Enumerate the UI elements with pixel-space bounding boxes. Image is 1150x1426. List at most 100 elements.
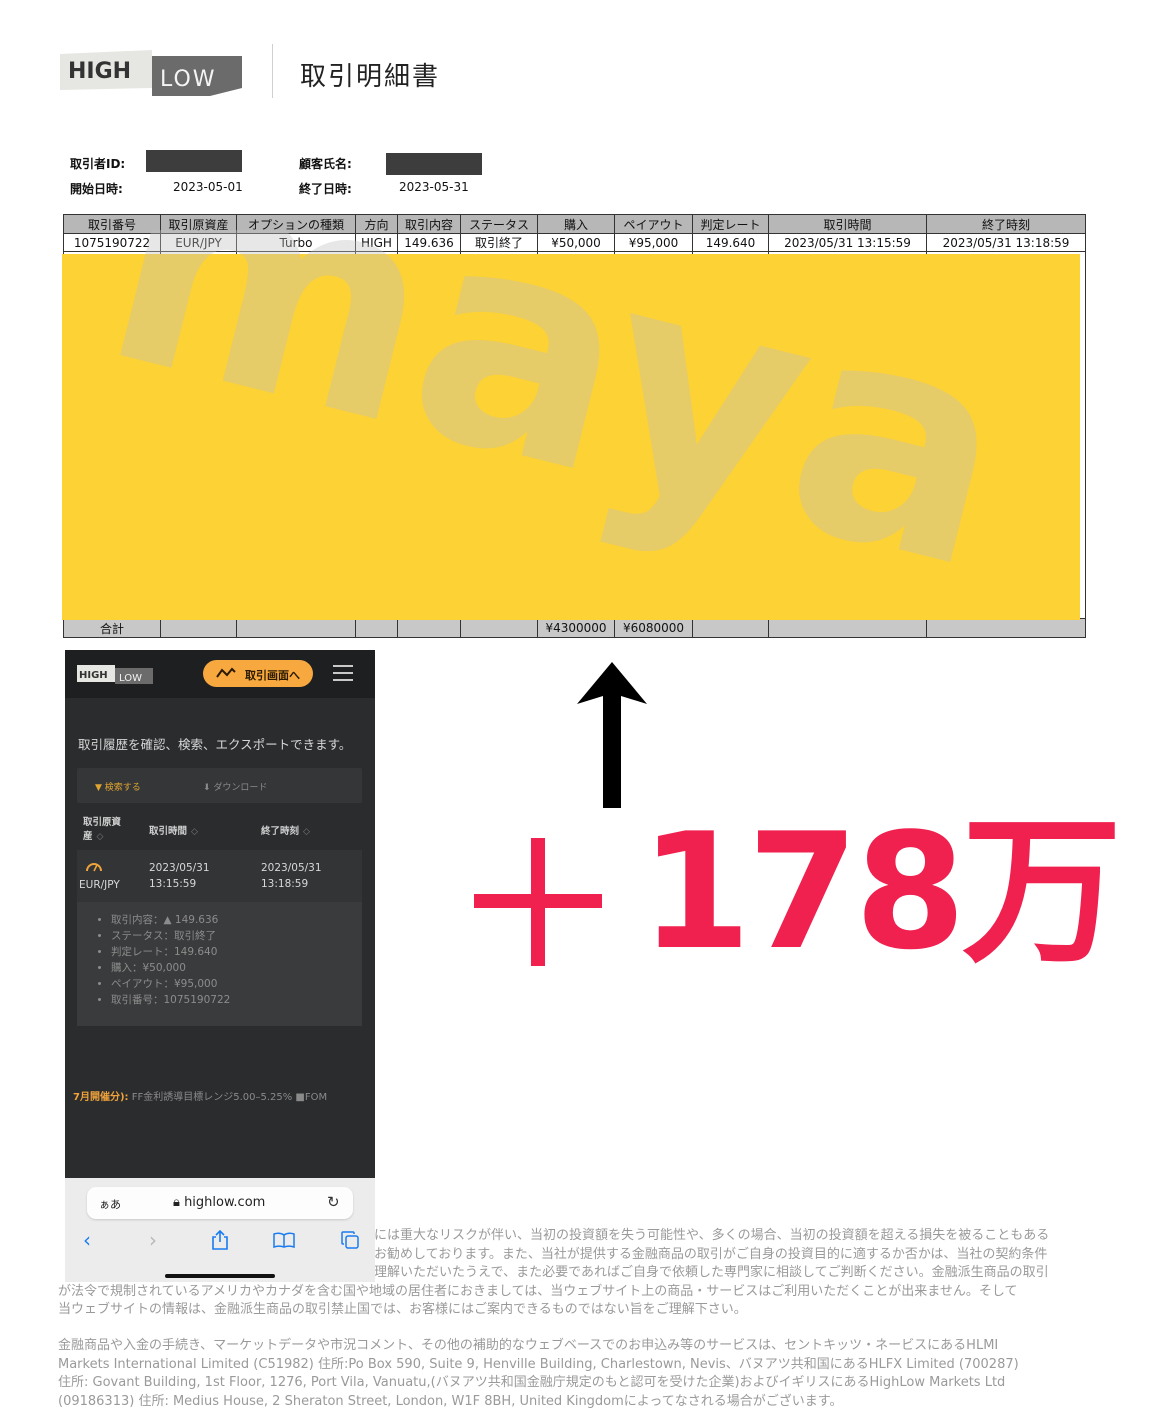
end-date-value: 2023-05-31 <box>399 180 469 194</box>
table-cell: 2023/05/31 13:18:59 <box>926 233 1086 252</box>
customer-name-label: 顧客氏名: <box>299 157 352 171</box>
table-cell: HIGH <box>355 233 398 252</box>
address-bar[interactable]: ぁあ 🔒︎ highlow.com ↻ <box>87 1187 353 1219</box>
table-cell: ¥95,000 <box>614 233 693 252</box>
download-button[interactable]: ⬇ ダウンロード <box>203 780 267 793</box>
text-size-button[interactable]: ぁあ <box>99 1196 121 1212</box>
table-cell: Turbo <box>236 233 356 252</box>
download-icon: ⬇ <box>203 783 211 793</box>
profit-amount: 178万 <box>640 798 1122 985</box>
url-value: highlow.com <box>184 1195 266 1210</box>
trader-id-redaction <box>146 150 242 172</box>
col-header: 取引時間 <box>768 214 927 234</box>
disclaimer-line: 当ウェブサイトの情報は、金融派生商品の取引禁止国では、お客様にはご案内できるもの… <box>58 1302 747 1317</box>
disclaimer-line: が法令で規制されているアメリカやカナダを含む国や地域の居住者におきましては、当ウ… <box>58 1283 1018 1299</box>
table-total-row: 合計 ¥4300000 ¥6080000 <box>63 618 1086 638</box>
logo-high-text: HIGH <box>79 670 108 681</box>
disclaimer-line: 金融商品や入金の手続き、マーケットデータや市況コメント、その他の補助的なウェブベ… <box>58 1338 999 1353</box>
col-trade-time-header[interactable]: 取引時間 ◇ <box>149 823 198 837</box>
tabs-icon[interactable] <box>341 1231 359 1249</box>
page-title: 取引明細書 <box>300 62 441 92</box>
disclaimer-line: Markets International Limited (C51982) 住… <box>58 1356 1019 1372</box>
table-cell: EUR/JPY <box>160 233 237 252</box>
detail-item: ペイアウト：¥95,000 <box>111 976 362 992</box>
disclaimer-line: 住所: Govant Building, 1st Floor, 1276, Po… <box>58 1375 1006 1390</box>
col-header: 取引内容 <box>397 214 461 234</box>
detail-item: 取引番号：1075190722 <box>111 992 362 1008</box>
col-header: ステータス <box>460 214 538 234</box>
record-asset: EUR/JPY <box>79 879 120 891</box>
total-payout: ¥6080000 <box>614 618 693 638</box>
detail-item: 取引内容：▲ 149.636 <box>111 912 362 928</box>
highlow-logo: HIGH LOW <box>60 50 242 96</box>
logo-high-text: HIGH <box>68 59 131 84</box>
turbo-gauge-icon <box>86 863 102 872</box>
plus-icon <box>474 838 602 966</box>
detail-item: 判定レート：149.640 <box>111 944 362 960</box>
total-purchase: ¥4300000 <box>537 618 615 638</box>
col-header: 取引番号 <box>63 214 161 234</box>
browser-bottom-bar: ぁあ 🔒︎ highlow.com ↻ ‹ › <box>65 1178 375 1282</box>
history-toolbar: ▼ 検索する ⬇ ダウンロード <box>77 768 362 803</box>
col-header: オプションの種類 <box>236 214 356 234</box>
col-header: 判定レート <box>692 214 769 234</box>
bookmarks-icon[interactable] <box>273 1232 295 1248</box>
trade-details-panel: 取引内容：▲ 149.636 ステータス：取引終了 判定レート：149.640 … <box>77 902 362 1026</box>
sort-icon: ◇ <box>191 827 198 837</box>
start-date-value: 2023-05-01 <box>173 180 243 194</box>
table-cell: 2023/05/31 13:15:59 <box>768 233 927 252</box>
disclaimer-line: (09186313) 住所: Medius House, 2 Sheraton … <box>58 1393 843 1409</box>
table-cell: 149.640 <box>692 233 769 252</box>
url-text: 🔒︎ highlow.com <box>173 1195 265 1210</box>
app-top-bar: HIGH LOW 取引画面へ <box>65 650 375 698</box>
trader-id-label: 取引者ID: <box>70 157 126 171</box>
total-label: 合計 <box>63 618 161 638</box>
detail-item: ステータス：取引終了 <box>111 928 362 944</box>
col-asset-header[interactable]: 取引原資 産 ◇ <box>83 816 121 844</box>
col-trade-time-label: 取引時間 <box>149 826 188 837</box>
sort-icon: ◇ <box>303 827 310 837</box>
home-indicator <box>165 1274 275 1278</box>
filter-icon: ▼ <box>95 783 102 793</box>
forward-icon[interactable]: › <box>149 1228 157 1252</box>
col-asset-label-2: 産 <box>83 831 93 842</box>
record-trade-date: 2023/05/31 13:15:59 <box>149 860 210 892</box>
header-divider <box>272 44 273 98</box>
logo-low-text: LOW <box>160 67 217 92</box>
sort-icon: ◇ <box>96 832 104 842</box>
table-row: 1075190722 EUR/JPY Turbo HIGH 149.636 取引… <box>63 233 1086 252</box>
col-end-time-header[interactable]: 終了時刻 ◇ <box>261 823 310 837</box>
highlow-logo: HIGH LOW <box>77 665 153 684</box>
logo-low-text: LOW <box>119 673 142 684</box>
history-intro-text: 取引履歴を確認、検索、エクスポートできます。 <box>78 737 352 752</box>
col-header: 終了時刻 <box>926 214 1086 234</box>
share-icon[interactable] <box>211 1230 229 1250</box>
search-label: 検索する <box>104 783 141 793</box>
download-label: ダウンロード <box>213 783 268 793</box>
record-trade-date-value: 2023/05/31 <box>149 862 210 874</box>
ticker-highlight: 7月開催分): <box>73 1092 129 1103</box>
col-asset-label: 取引原資 <box>83 817 122 828</box>
col-header: 取引原資産 <box>160 214 237 234</box>
ticker-text: FF金利誘導目標レンジ5.00–5.25% ■FOM <box>128 1092 328 1103</box>
reload-icon[interactable]: ↻ <box>327 1193 340 1211</box>
hamburger-menu-icon[interactable] <box>333 665 353 681</box>
lock-icon: 🔒︎ <box>173 1195 180 1210</box>
search-filter-button[interactable]: ▼ 検索する <box>95 780 141 793</box>
col-header: 購入 <box>537 214 615 234</box>
news-ticker: 7月開催分): FF金利誘導目標レンジ5.00–5.25% ■FOM <box>73 1088 327 1103</box>
table-cell: 1075190722 <box>63 233 161 252</box>
trade-screen-label: 取引画面へ <box>245 669 300 682</box>
end-date-label: 終了日時: <box>299 182 352 196</box>
table-cell: 149.636 <box>397 233 461 252</box>
up-arrow-icon <box>577 662 647 808</box>
table-header-row: 取引番号 取引原資産 オプションの種類 方向 取引内容 ステータス 購入 ペイア… <box>63 214 1086 234</box>
detail-item: 購入：¥50,000 <box>111 960 362 976</box>
back-icon[interactable]: ‹ <box>83 1228 91 1252</box>
col-header: 方向 <box>355 214 398 234</box>
phone-screenshot: HIGH LOW 取引画面へ 取引履歴を確認、検索、エクスポートできます。 ▼ … <box>65 650 375 1282</box>
trade-screen-button[interactable]: 取引画面へ <box>203 660 313 687</box>
table-cell: 取引終了 <box>460 233 538 252</box>
record-end-date-value: 2023/05/31 <box>261 862 322 874</box>
col-header: ペイアウト <box>614 214 693 234</box>
